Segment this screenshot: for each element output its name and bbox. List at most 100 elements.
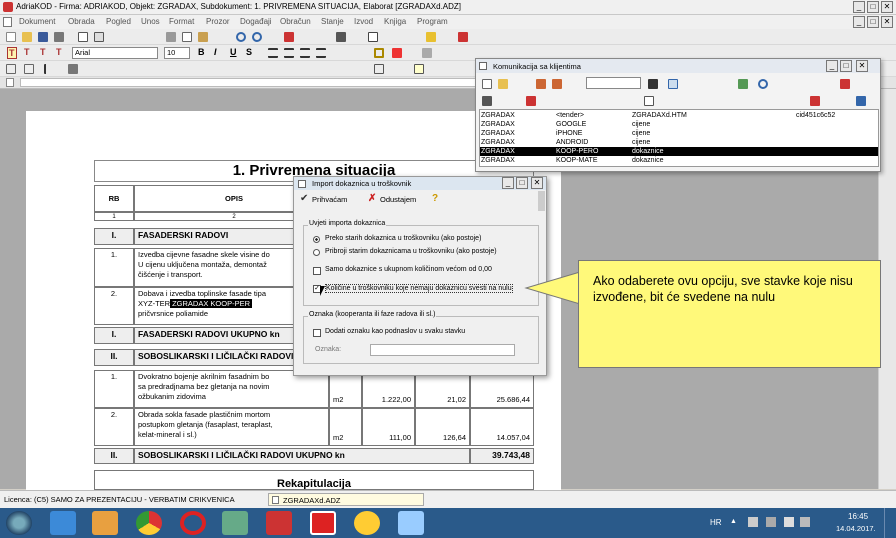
- opera-icon[interactable]: [180, 511, 206, 535]
- kom-new-icon[interactable]: [482, 79, 492, 89]
- checkbox-nonzero[interactable]: [313, 267, 321, 275]
- kom-maximize-button[interactable]: □: [840, 60, 852, 72]
- justify-icon[interactable]: [316, 48, 326, 58]
- doc-restore-button[interactable]: □: [867, 16, 879, 28]
- paragraph-icon[interactable]: [6, 64, 16, 74]
- new-icon[interactable]: [6, 32, 16, 42]
- list-item-selected[interactable]: ZGRADAX KOOP-PERO dokaznice: [480, 147, 878, 156]
- border-icon[interactable]: [374, 48, 384, 58]
- align-right-icon[interactable]: [300, 48, 310, 58]
- font-select[interactable]: Arial: [72, 47, 158, 59]
- menu-obracun[interactable]: Obračun: [280, 17, 311, 26]
- menu-format[interactable]: Format: [169, 17, 194, 26]
- style-t1[interactable]: T: [7, 47, 17, 59]
- kom-close-button[interactable]: ✕: [856, 60, 868, 72]
- menu-dogadaji[interactable]: Događaji: [240, 17, 272, 26]
- sun-icon[interactable]: [354, 511, 380, 535]
- paste-icon[interactable]: [198, 32, 208, 42]
- chrome-icon[interactable]: [136, 511, 162, 535]
- open-icon[interactable]: [22, 32, 32, 42]
- redo-icon[interactable]: [252, 32, 262, 42]
- doc-close-button[interactable]: ✕: [881, 16, 893, 28]
- menu-program[interactable]: Program: [417, 17, 448, 26]
- dialog-help-icon[interactable]: ?: [432, 194, 441, 205]
- style-t2[interactable]: T: [24, 47, 30, 57]
- cut-icon[interactable]: [166, 32, 176, 42]
- box-icon[interactable]: [374, 64, 384, 74]
- list-item[interactable]: ZGRADAX ANDROID cijene: [480, 138, 878, 147]
- calculator-icon[interactable]: [336, 32, 346, 42]
- radio-overwrite[interactable]: [313, 236, 320, 243]
- cancel-icon[interactable]: [458, 32, 468, 42]
- maximize-button[interactable]: □: [867, 1, 879, 13]
- kom-search-input[interactable]: [586, 77, 641, 89]
- adriakod-icon[interactable]: [266, 511, 292, 535]
- menu-stanje[interactable]: Stanje: [321, 17, 344, 26]
- tray-up-icon[interactable]: ▲: [730, 518, 738, 526]
- save-icon[interactable]: [38, 32, 48, 42]
- minimize-button[interactable]: _: [853, 1, 865, 13]
- ie-icon[interactable]: [50, 511, 76, 535]
- clock-date[interactable]: 14.04.2017.: [836, 524, 876, 533]
- brush-icon[interactable]: [422, 48, 432, 58]
- kom-check-icon[interactable]: [856, 96, 866, 106]
- network-icon[interactable]: [222, 511, 248, 535]
- preview-icon[interactable]: [78, 32, 88, 42]
- kom-open-icon[interactable]: [498, 79, 508, 89]
- menu-obrada[interactable]: Obrada: [68, 17, 95, 26]
- kom-doc-icon[interactable]: [644, 96, 654, 106]
- print-icon[interactable]: [54, 32, 64, 42]
- align-left-icon[interactable]: [268, 48, 278, 58]
- list-item[interactable]: ZGRADAX iPHONE cijene: [480, 129, 878, 138]
- menu-unos[interactable]: Unos: [141, 17, 160, 26]
- kom-find-icon[interactable]: [648, 79, 658, 89]
- communication-list[interactable]: ZGRADAX <tender> ZGRADAXd.HTM cid451c6c52 Z…: [479, 109, 879, 167]
- zoom-icon[interactable]: [94, 32, 104, 42]
- dialog-close-button[interactable]: ✕: [531, 177, 543, 189]
- color-icon[interactable]: [392, 48, 402, 58]
- tray-flag-icon[interactable]: [748, 517, 758, 527]
- underline-button[interactable]: U: [230, 47, 237, 57]
- dialog-scrollbar[interactable]: [538, 191, 545, 211]
- ruler-input[interactable]: [6, 78, 14, 87]
- copy-icon[interactable]: [182, 32, 192, 42]
- menu-izvod[interactable]: Izvod: [354, 17, 373, 26]
- italic-button[interactable]: I: [214, 47, 217, 57]
- undo-icon[interactable]: [236, 32, 246, 42]
- bold-button[interactable]: B: [198, 47, 205, 57]
- menu-knjiga[interactable]: Knjiga: [384, 17, 406, 26]
- checkbox-add-label[interactable]: [313, 329, 321, 337]
- media-icon[interactable]: [92, 511, 118, 535]
- close-button[interactable]: ✕: [881, 1, 893, 13]
- menu-prozor[interactable]: Prozor: [206, 17, 230, 26]
- kom-mail-icon[interactable]: [840, 79, 850, 89]
- help-icon[interactable]: [426, 32, 436, 42]
- dialog-maximize-button[interactable]: □: [516, 177, 528, 189]
- clock-time[interactable]: 16:45: [848, 512, 868, 521]
- language-indicator[interactable]: HR: [710, 518, 722, 527]
- yellow-box-icon[interactable]: [414, 64, 424, 74]
- kom-dollar-icon[interactable]: [738, 79, 748, 89]
- kom-truck-icon[interactable]: [526, 96, 536, 106]
- tray-volume-icon[interactable]: [784, 517, 794, 527]
- list-item[interactable]: ZGRADAX KOOP-MATE dokaznice: [480, 156, 878, 165]
- dialog-minimize-button[interactable]: _: [502, 177, 514, 189]
- align-center-icon[interactable]: [284, 48, 294, 58]
- kom-sort-icon[interactable]: [536, 79, 546, 89]
- style-t4[interactable]: T: [56, 47, 62, 57]
- folder-icon[interactable]: [398, 511, 424, 535]
- list-item[interactable]: ZGRADAX GOOGLE cijene: [480, 120, 878, 129]
- tray-network-icon[interactable]: [766, 517, 776, 527]
- menu-dokument[interactable]: Dokument: [19, 17, 55, 26]
- kom-minimize-button[interactable]: _: [826, 60, 838, 72]
- kom-refresh-icon[interactable]: [482, 96, 492, 106]
- start-button[interactable]: [6, 511, 32, 535]
- home-icon[interactable]: [284, 32, 294, 42]
- list-item[interactable]: ZGRADAX <tender> ZGRADAXd.HTM cid451c6c52: [480, 111, 878, 120]
- cancel-button[interactable]: ✗ Odustajem: [366, 193, 428, 206]
- doc-minimize-button[interactable]: _: [853, 16, 865, 28]
- kom-undo-icon[interactable]: [758, 79, 768, 89]
- kom-home-icon[interactable]: [810, 96, 820, 106]
- list-icon[interactable]: [24, 64, 34, 74]
- oznaka-input[interactable]: [370, 344, 515, 356]
